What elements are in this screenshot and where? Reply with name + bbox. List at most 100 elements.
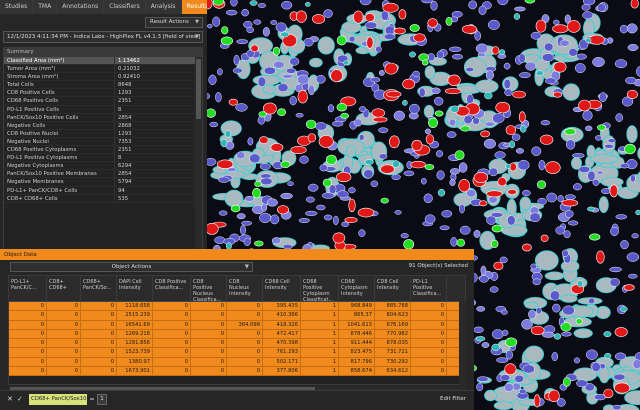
table-cell: 0 <box>411 339 447 348</box>
apply-filter-icon[interactable]: ✓ <box>17 395 23 403</box>
table-cell: 1 <box>301 329 339 339</box>
column-header[interactable]: CD68+ PanCK/So... <box>81 276 117 301</box>
summary-row[interactable]: CD8 Positive Nuclei 1293 <box>4 129 202 138</box>
summary-metric-name: Negative Membranes <box>7 179 64 186</box>
table-row[interactable]: 0 0 0 1523.739 0 0 0 761.293 1 823.475 731.721 0 <box>9 348 465 358</box>
table-cell: 817.796 <box>339 357 375 367</box>
summary-metric-value: 535 <box>114 194 188 202</box>
table-row[interactable]: 0 0 0 2515.239 0 0 0 410.366 1 865.37 804.623 0 <box>9 311 465 321</box>
chevron-down-icon: ▼ <box>194 34 199 40</box>
summary-metric-value: 1.13462 <box>114 57 188 65</box>
column-header[interactable]: PD-L1+ PanCK/C... <box>9 276 47 301</box>
table-row[interactable]: 0 0 0 1380.97 0 0 0 502.171 1 817.796 730.292 0 <box>9 357 465 368</box>
summary-row[interactable]: PD-L1+ PanCK/CD8+ Cells 94 <box>4 186 202 195</box>
summary-row[interactable]: Total Cells 8648 <box>4 81 202 90</box>
table-cell: 0 <box>9 311 47 320</box>
summary-metric-name: PD-L1+ PanCK/CD8+ Cells <box>7 187 78 194</box>
table-cell: 676.169 <box>375 320 411 329</box>
table-cell: 0 <box>153 329 191 339</box>
tab-studies[interactable]: Studies <box>0 0 34 14</box>
summary-metric-value: 8 <box>114 154 188 162</box>
analysis-run-label: 12/1/2023 4:11:34 PM - Indica Labs - Hig… <box>7 34 201 40</box>
table-cell: 0 <box>411 329 447 339</box>
table-cell: 2515.239 <box>117 311 153 320</box>
column-header[interactable]: CD68 Positive Cytoplasm Classificat... <box>301 276 339 301</box>
table-row[interactable]: 0 0 0 1673.901 0 0 0 377.806 1 858.674 634.612 0 <box>9 367 465 377</box>
column-header[interactable]: DAPI Cell Intensity <box>117 276 153 301</box>
column-header[interactable]: PD-L1 Positive Classifica... <box>411 276 447 301</box>
table-cell: 865.37 <box>339 311 375 320</box>
summary-metric-value: 1293 <box>114 129 188 137</box>
table-row[interactable]: 0 0 0 16541.69 0 0 364.098 418.326 1 1041.613 676.… <box>9 320 465 330</box>
filter-operator[interactable]: = <box>88 394 96 405</box>
column-header[interactable]: CD68 Cytoplasm Intensity <box>339 276 375 301</box>
summary-metric-value: 94 <box>114 186 188 194</box>
summary-metric-name: Total Cells <box>7 82 34 89</box>
table-row[interactable]: 0 0 0 1281.856 0 0 0 470.398 1 911.444 878.035 0 <box>9 339 465 349</box>
summary-row[interactable]: CD68 Positive Cytoplasms 2351 <box>4 146 202 155</box>
summary-metric-name: Tumor Area (mm²) <box>7 66 56 73</box>
summary-row[interactable]: Classified Area (mm²) 1.13462 <box>4 57 202 66</box>
table-cell: 1523.739 <box>117 348 153 357</box>
summary-row[interactable]: PanCK/Sox10 Positive Membranes 2854 <box>4 170 202 179</box>
table-cell: 770.982 <box>375 329 411 339</box>
analysis-run-dropdown[interactable]: 12/1/2023 4:11:34 PM - Indica Labs - Hig… <box>3 31 203 43</box>
tab-classifiers[interactable]: Classifiers <box>104 0 146 14</box>
chevron-down-icon: ▼ <box>195 19 199 25</box>
summary-metric-name: Negative Nuclei <box>7 138 49 145</box>
column-header[interactable]: CD8+ CD68+ <box>47 276 81 301</box>
tab-tma[interactable]: TMA <box>33 0 58 14</box>
summary-row[interactable]: Negative Cytoplasms 6294 <box>4 162 202 171</box>
summary-row[interactable]: CD8+ CD68+ Cells 535 <box>4 194 202 203</box>
table-cell: 0 <box>411 348 447 357</box>
edit-filter-button[interactable]: Edit Filter <box>440 396 466 402</box>
table-cell: 0 <box>9 329 47 339</box>
summary-scrollbar[interactable] <box>195 57 202 251</box>
column-header[interactable]: CD8 Cell Intensity <box>375 276 411 301</box>
table-cell: 0 <box>227 302 263 311</box>
result-actions-dropdown[interactable]: Result Actions ▼ <box>145 17 203 28</box>
summary-row[interactable]: CD68 Positive Cells 2351 <box>4 97 202 106</box>
summary-row[interactable]: CD8 Positive Cells 1293 <box>4 89 202 98</box>
table-cell: 1 <box>301 367 339 376</box>
summary-row[interactable]: Negative Nuclei 7353 <box>4 137 202 147</box>
summary-metric-value: 2854 <box>114 170 188 178</box>
object-actions-dropdown[interactable]: Object Actions ▼ <box>10 262 253 272</box>
column-header[interactable]: CD68 Cell Intensity <box>263 276 301 301</box>
summary-metric-value: 0.92410 <box>114 73 188 81</box>
summary-metric-value: 8 <box>114 105 188 113</box>
summary-metric-name: CD8 Positive Nuclei <box>7 130 59 137</box>
table-row[interactable]: 0 0 0 1118.658 0 0 0 395.435 1 968.849 885.788 0 <box>9 302 465 312</box>
column-header[interactable]: CD8 Positive Nucleus Classifica... <box>191 276 227 301</box>
tab-analysis[interactable]: Analysis <box>145 0 182 14</box>
summary-metric-value: 8648 <box>114 81 188 89</box>
table-row[interactable]: 0 0 0 1269.218 0 0 0 472.417 1 878.446 770.982 0 <box>9 329 465 340</box>
table-cell: 0 <box>9 302 47 311</box>
summary-row[interactable]: PanCK/Sox10 Positive Cells 2854 <box>4 113 202 122</box>
summary-metric-name: Classified Area (mm²) <box>7 58 65 64</box>
summary-row[interactable]: Negative Membranes 5794 <box>4 178 202 187</box>
summary-metric-name: CD8+ CD68+ Cells <box>7 195 58 202</box>
table-cell: 634.612 <box>375 367 411 376</box>
column-header[interactable]: CD8 Positive Classifica... <box>153 276 191 301</box>
table-cell: 731.721 <box>375 348 411 357</box>
table-cell: 1 <box>301 357 339 367</box>
clear-filter-icon[interactable]: ✕ <box>7 395 13 403</box>
table-cell: 761.293 <box>263 348 301 357</box>
summary-metric-value: 6294 <box>114 162 188 170</box>
summary-row[interactable]: PD-L1 Positive Cytoplasms 8 <box>4 154 202 163</box>
filter-value-input[interactable]: 1 <box>97 394 107 405</box>
filter-field-chip[interactable]: CD68+ PanCK/Sox10+ <box>29 394 87 405</box>
summary-scroll-thumb[interactable] <box>196 59 201 119</box>
table-cell: 0 <box>81 329 117 339</box>
tab-annotations[interactable]: Annotations <box>57 0 105 14</box>
summary-row[interactable]: Tumor Area (mm²) 0.21032 <box>4 65 202 74</box>
selected-count: 91 Object(s) Selected <box>408 263 468 269</box>
column-header[interactable]: CD8 Nucleus Intensity <box>227 276 263 301</box>
object-actions-label: Object Actions <box>111 264 152 270</box>
summary-row[interactable]: PD-L1 Positive Cells 8 <box>4 105 202 114</box>
summary-row[interactable]: Negative Cells 2868 <box>4 121 202 130</box>
table-cell: 0 <box>191 311 227 320</box>
table-vertical-scrollbar[interactable] <box>459 301 466 385</box>
summary-row[interactable]: Stroma Area (mm²) 0.92410 <box>4 73 202 82</box>
